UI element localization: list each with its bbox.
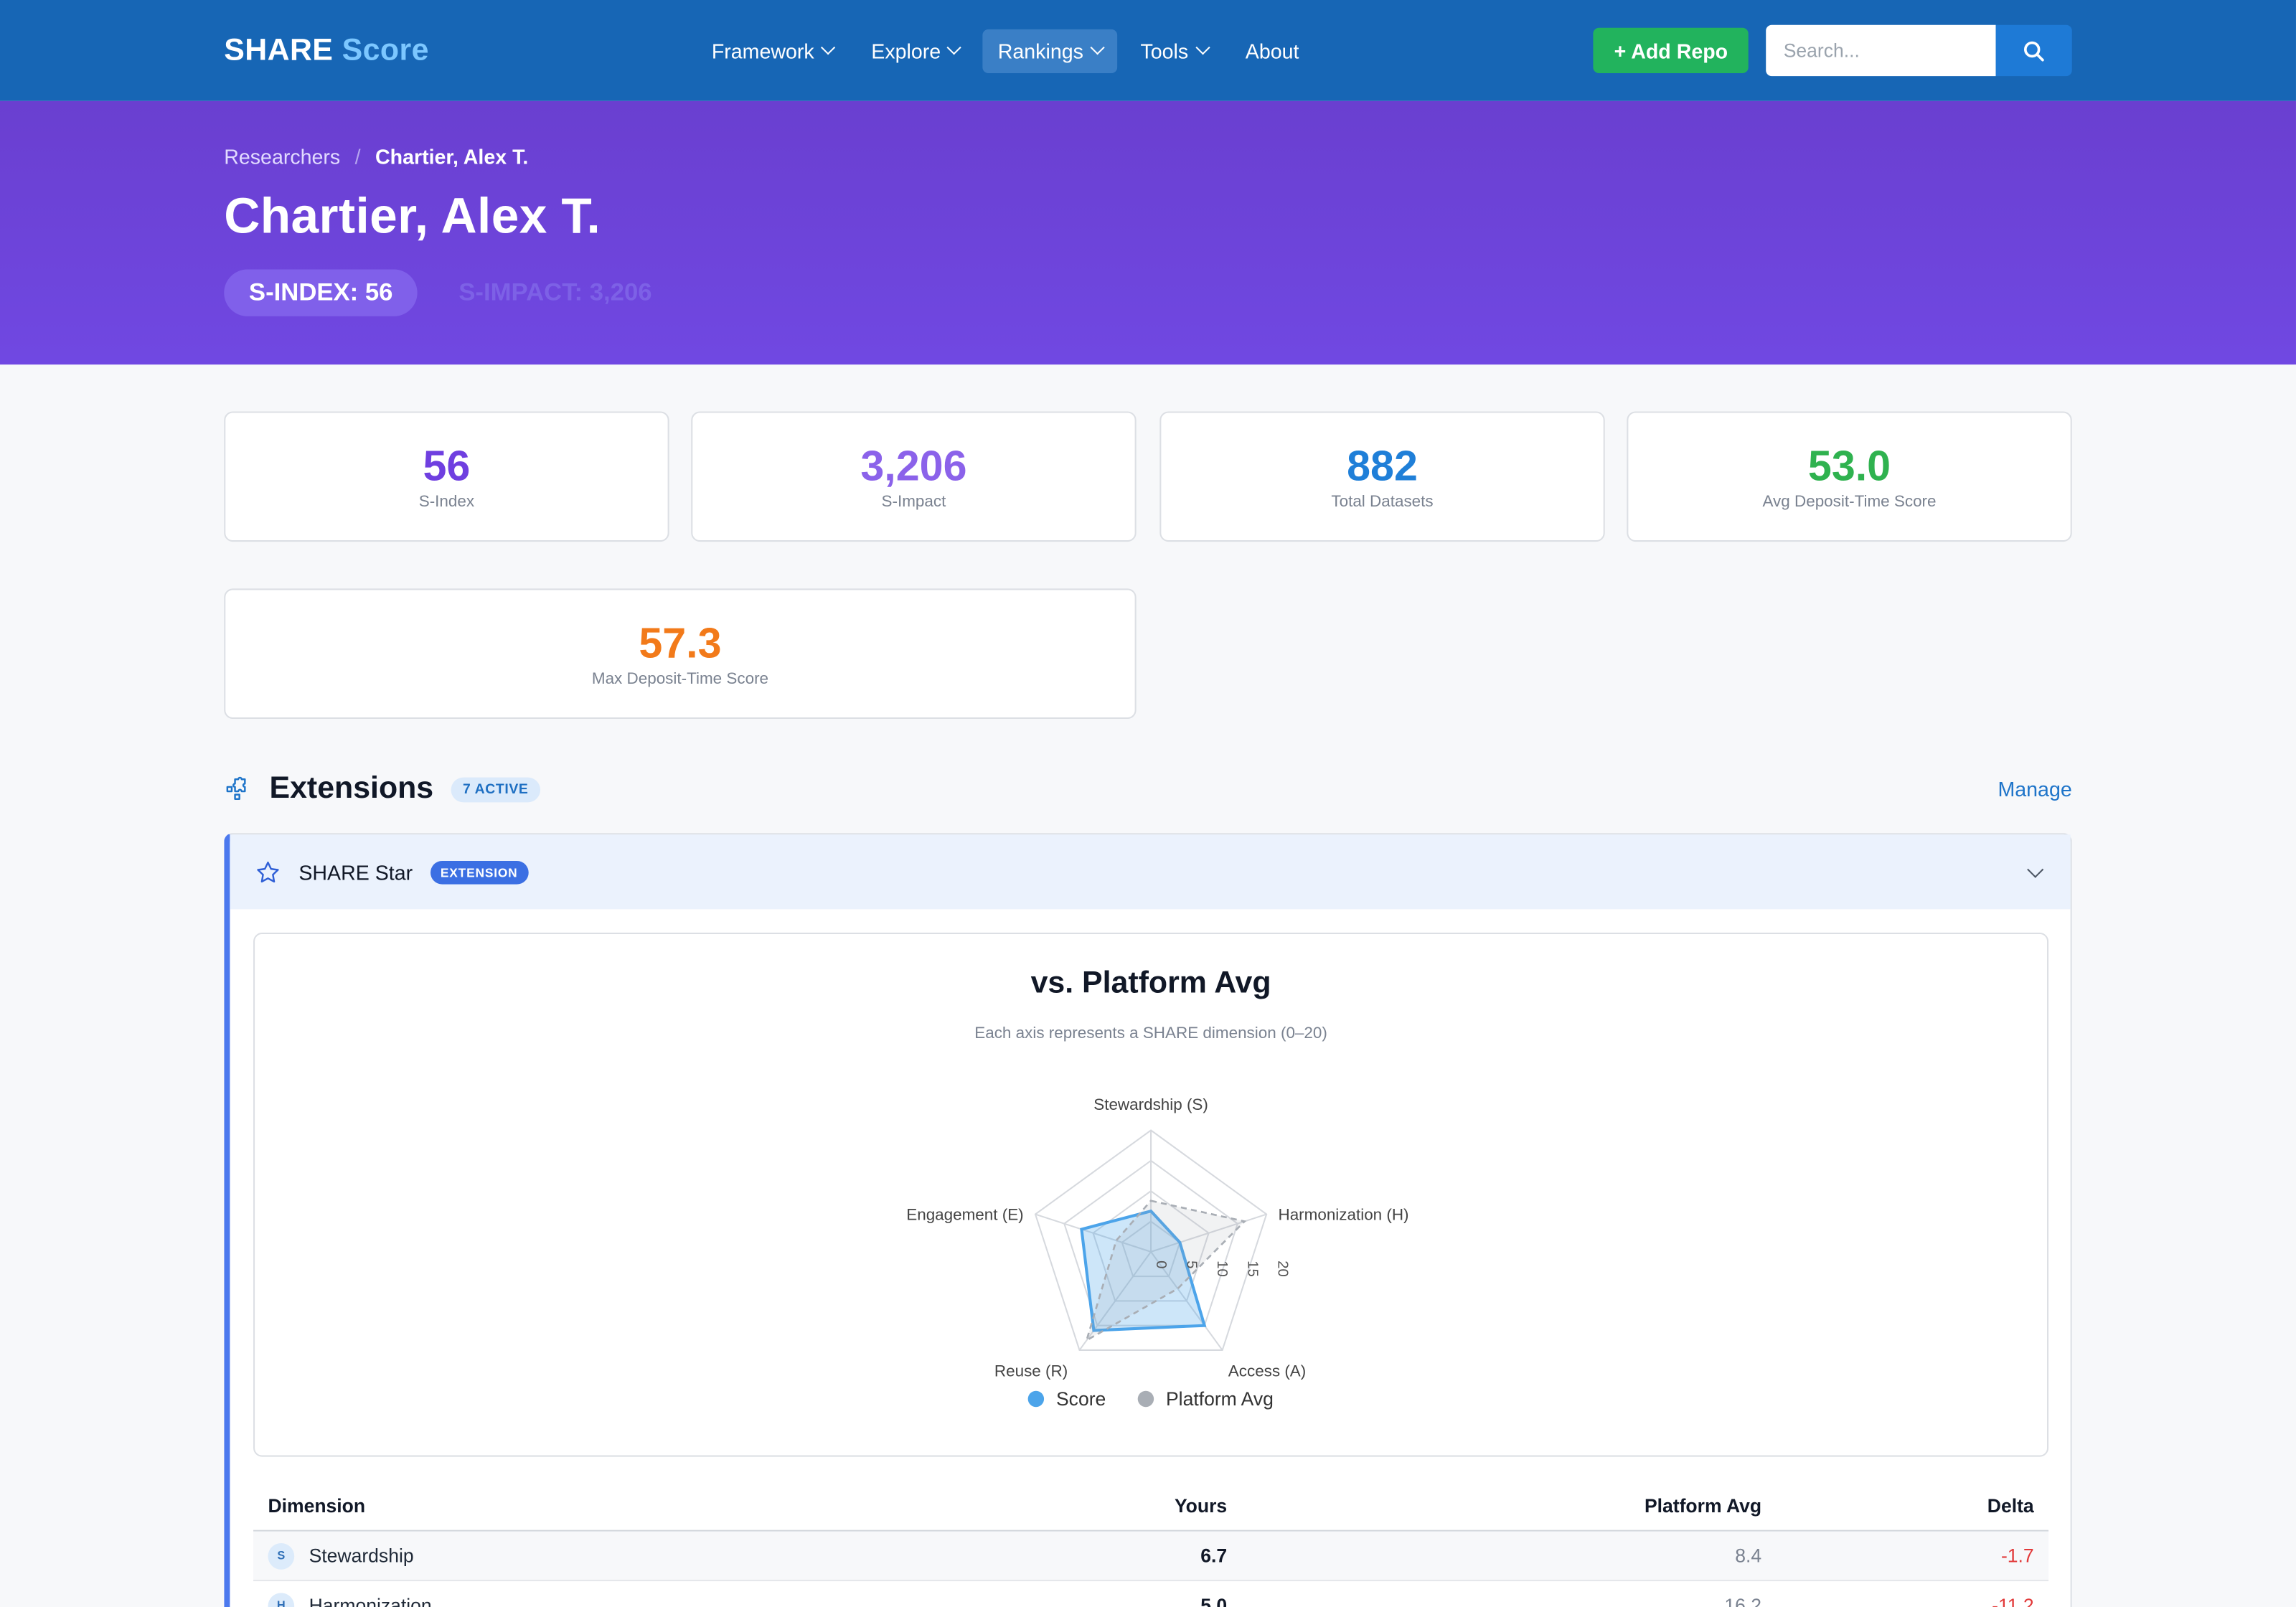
radar-tick-label: 0 — [1153, 1260, 1169, 1268]
page-title: Chartier, Alex T. — [224, 189, 601, 245]
cell-delta: -11.2 — [1992, 1594, 2034, 1607]
breadcrumb: Researchers / Chartier, Alex T. — [224, 145, 2071, 169]
extension-tag: EXTENSION — [430, 859, 528, 884]
col-platform-avg: Platform Avg — [1644, 1494, 1762, 1517]
radar-tick-label: 10 — [1214, 1260, 1230, 1277]
col-delta: Delta — [1987, 1494, 2034, 1517]
score-badges: S-INDEX: 56 S-IMPACT: 3,206 — [224, 269, 2071, 316]
nav-explore[interactable]: Explore — [857, 29, 974, 72]
stat-value: 53.0 — [1807, 443, 1891, 490]
stat-card-s-index: 56 S-Index — [224, 411, 669, 542]
stat-value: 56 — [423, 443, 471, 490]
s-impact-badge: S-IMPACT: 3,206 — [458, 278, 652, 306]
s-index-badge: S-INDEX: 56 — [224, 269, 418, 316]
dimension-table: Dimension Yours Platform Avg Delta S Ste… — [253, 1481, 2049, 1607]
table-header: Dimension Yours Platform Avg Delta — [253, 1481, 2049, 1532]
chevron-down-icon — [947, 40, 962, 55]
brand-main: SHARE — [224, 32, 334, 67]
stat-label: Avg Deposit-Time Score — [1762, 492, 1937, 511]
chevron-down-icon — [1195, 40, 1210, 55]
cell-dimension: H Harmonization — [253, 1592, 839, 1607]
nav-rankings[interactable]: Rankings — [983, 28, 1117, 73]
extension-panel-share-star: SHARE Star EXTENSION vs. Platform Avg Ea… — [224, 833, 2072, 1607]
extension-title: SHARE Star — [298, 859, 413, 884]
chevron-down-icon[interactable] — [2027, 861, 2044, 878]
cell-yours: 5.0 — [1200, 1594, 1228, 1607]
stat-value: 3,206 — [860, 443, 967, 490]
breadcrumb-separator: / — [354, 145, 361, 169]
extension-panel-header[interactable]: SHARE Star EXTENSION — [230, 834, 2071, 910]
cell-dimension: S Stewardship — [253, 1542, 839, 1569]
table-row: S Stewardship 6.7 8.4 -1.7 — [253, 1531, 2049, 1582]
extensions-title: Extensions — [269, 771, 434, 806]
search-icon — [2023, 40, 2044, 61]
radar-tick-label: 20 — [1275, 1260, 1291, 1277]
cell-platform-avg: 8.4 — [1735, 1545, 1762, 1567]
legend-swatch — [1138, 1390, 1154, 1408]
stat-value: 57.3 — [639, 620, 722, 667]
radar-chart: Stewardship (S) Harmonization (H) Access (… — [906, 1095, 1408, 1380]
cell-yours: 6.7 — [1200, 1545, 1228, 1567]
add-repo-button[interactable]: + Add Repo — [1594, 27, 1749, 74]
breadcrumb-researchers[interactable]: Researchers — [224, 145, 340, 169]
nav-label: Rankings — [997, 39, 1083, 62]
col-dimension: Dimension — [268, 1494, 366, 1517]
radar-axis-label: Stewardship (S) — [1093, 1095, 1208, 1113]
stat-card-max-deposit: 57.3 Max Deposit-Time Score — [224, 588, 1137, 720]
nav-tools[interactable]: Tools — [1126, 29, 1222, 72]
dimension-chip: H — [268, 1592, 295, 1607]
legend-item-score[interactable]: Score — [1028, 1388, 1106, 1410]
search-button[interactable] — [1995, 24, 2072, 77]
radar-axis-label: Access (A) — [1228, 1362, 1306, 1380]
chevron-down-icon — [821, 40, 836, 55]
radar-axis-label: Reuse (R) — [994, 1362, 1068, 1380]
nav-about[interactable]: About — [1231, 29, 1313, 72]
nav-label: Tools — [1140, 39, 1189, 62]
stat-label: Total Datasets — [1331, 492, 1434, 511]
chart-legend: Score Platform Avg — [255, 1388, 2047, 1410]
table-row: H Harmonization 5.0 16.2 -11.2 — [253, 1581, 2048, 1607]
stat-label: S-Impact — [881, 492, 946, 511]
chevron-down-icon — [1090, 40, 1105, 55]
search-input[interactable] — [1766, 24, 1996, 77]
radar-chart-card: vs. Platform Avg Each axis represents a … — [253, 932, 2049, 1457]
legend-swatch — [1028, 1390, 1045, 1408]
stat-value: 882 — [1347, 443, 1418, 490]
nav-framework[interactable]: Framework — [697, 29, 847, 72]
cell-platform-avg: 16.2 — [1724, 1594, 1762, 1607]
active-count-badge: 7 ACTIVE — [451, 776, 540, 802]
stat-card-avg-deposit: 53.0 Avg Deposit-Time Score — [1627, 411, 2072, 542]
stat-card-total-datasets: 882 Total Datasets — [1159, 411, 1605, 542]
star-icon — [257, 860, 279, 882]
dimension-chip: S — [268, 1542, 295, 1569]
stat-card-s-impact: 3,206 S-Impact — [691, 411, 1137, 542]
extensions-header: Extensions 7 ACTIVE Manage — [224, 767, 2072, 811]
radar-tick-label: 15 — [1244, 1260, 1260, 1277]
brand-accent: Score — [342, 32, 429, 67]
dimension-name: Stewardship — [309, 1545, 414, 1567]
nav-menu: Framework Explore Rankings Tools About — [697, 0, 1313, 101]
cell-delta: -1.7 — [2000, 1545, 2034, 1567]
legend-label: Score — [1055, 1387, 1106, 1410]
manage-link[interactable]: Manage — [1998, 778, 2071, 801]
nav-label: About — [1245, 39, 1299, 62]
radar-tick-label: 5 — [1184, 1260, 1200, 1268]
stat-label: Max Deposit-Time Score — [591, 669, 769, 688]
breadcrumb-current: Chartier, Alex T. — [375, 145, 529, 169]
col-yours: Yours — [1174, 1494, 1228, 1517]
nav-label: Explore — [871, 39, 941, 62]
dimension-name: Harmonization — [309, 1594, 432, 1607]
stat-label: S-Index — [418, 492, 475, 511]
profile-hero: Researchers / Chartier, Alex T. Chartier… — [0, 100, 2296, 365]
nav-label: Framework — [711, 39, 814, 62]
legend-item-platform-avg[interactable]: Platform Avg — [1138, 1388, 1274, 1410]
top-nav: SHARE Score Framework Explore Rankings T… — [0, 0, 2296, 101]
radar-axis-label: Engagement (E) — [906, 1206, 1023, 1224]
legend-label: Platform Avg — [1165, 1387, 1274, 1410]
radar-axis-label: Harmonization (H) — [1278, 1206, 1408, 1224]
puzzle-icon — [226, 776, 246, 800]
brand-logo[interactable]: SHARE Score — [224, 33, 429, 68]
nav-actions: + Add Repo — [1594, 24, 2072, 77]
